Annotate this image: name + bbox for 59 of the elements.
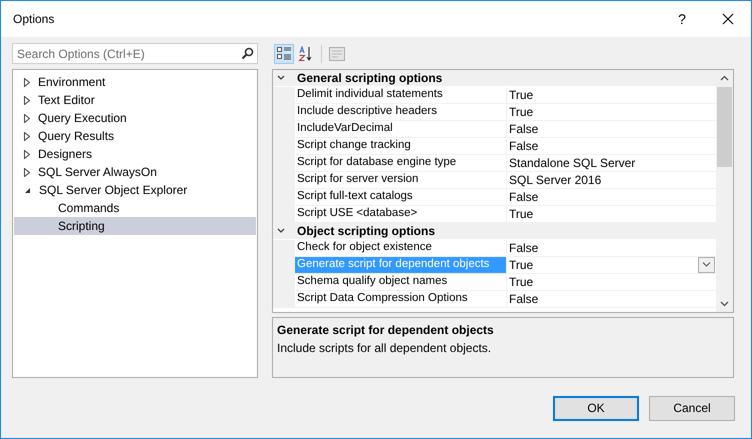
help-button[interactable]: ?: [659, 1, 705, 37]
tree-item[interactable]: Commands: [14, 199, 256, 217]
dialog-button[interactable]: Cancel: [649, 396, 735, 420]
property-name[interactable]: IncludeVarDecimal: [295, 120, 507, 138]
property-name[interactable]: Script change tracking: [295, 138, 507, 155]
category-row[interactable]: General scripting options: [273, 70, 716, 87]
property-value[interactable]: False: [509, 188, 715, 206]
search-icon: [241, 47, 254, 60]
dropdown-button[interactable]: [698, 256, 715, 273]
property-value[interactable]: True: [509, 86, 715, 104]
tree-item-label: Designers: [38, 146, 92, 163]
category-title: Object scripting options: [297, 222, 436, 240]
tree-item[interactable]: Query Execution: [14, 109, 256, 127]
tree-item-label: Query Results: [38, 128, 114, 145]
tree-item-label: Scripting: [58, 218, 105, 235]
description-text: Include scripts for all dependent objects.: [277, 340, 492, 358]
property-name[interactable]: Script for server version: [295, 172, 507, 189]
tree-item[interactable]: SQL Server Object Explorer: [14, 181, 256, 199]
expanded-triangle-icon[interactable]: [24, 186, 31, 194]
tree-item-label: Text Editor: [38, 92, 95, 109]
tree-item[interactable]: SQL Server AlwaysOn: [14, 163, 256, 181]
search-field[interactable]: Search Options (Ctrl+E): [12, 43, 258, 64]
dialog-button[interactable]: OK: [553, 396, 639, 420]
scrollbar-thumb[interactable]: [717, 86, 732, 167]
categorized-view-button[interactable]: [274, 44, 294, 64]
property-name[interactable]: Include descriptive headers: [295, 104, 507, 121]
scrollbar[interactable]: [716, 70, 733, 312]
tree-item[interactable]: Query Results: [14, 127, 256, 145]
property-value[interactable]: False: [509, 120, 715, 138]
property-name[interactable]: Script full-text catalogs: [295, 188, 507, 206]
category-title: General scripting options: [297, 70, 442, 87]
window-title: Options: [13, 11, 54, 28]
property-name[interactable]: Check for object existence: [295, 240, 507, 257]
property-name[interactable]: Script USE <database>: [295, 206, 507, 223]
property-value[interactable]: False: [509, 136, 715, 155]
chevron-down-icon: [702, 262, 711, 268]
property-value[interactable]: True: [509, 102, 715, 121]
category-row[interactable]: Object scripting options: [273, 222, 716, 240]
tree-item-label: Environment: [38, 74, 106, 91]
property-value[interactable]: True: [509, 204, 715, 223]
tree-item[interactable]: Designers: [14, 145, 256, 163]
property-name[interactable]: Delimit individual statements: [295, 86, 507, 104]
tree-item-label: SQL Server Object Explorer: [39, 182, 188, 199]
tree-item-label: Query Execution: [38, 110, 127, 127]
property-name[interactable]: Schema qualify object names: [295, 274, 507, 291]
tree-item-label: SQL Server AlwaysOn: [38, 164, 157, 181]
property-value[interactable]: False: [509, 238, 715, 257]
property-value[interactable]: Standalone SQL Server: [509, 154, 715, 172]
tree-item[interactable]: Text Editor: [14, 91, 256, 109]
tree-item-label: Commands: [58, 200, 120, 217]
property-name[interactable]: Script for database engine type: [295, 154, 507, 172]
property-name[interactable]: Script Data Compression Options: [295, 290, 507, 308]
description-title: Generate script for dependent objects: [277, 322, 495, 340]
tree-item[interactable]: Environment: [14, 73, 256, 91]
property-value[interactable]: SQL Server 2016: [509, 170, 715, 189]
close-icon: [722, 13, 734, 25]
property-value[interactable]: False: [509, 290, 715, 308]
tree-item[interactable]: Scripting: [14, 217, 256, 235]
property-value[interactable]: True: [509, 272, 715, 291]
